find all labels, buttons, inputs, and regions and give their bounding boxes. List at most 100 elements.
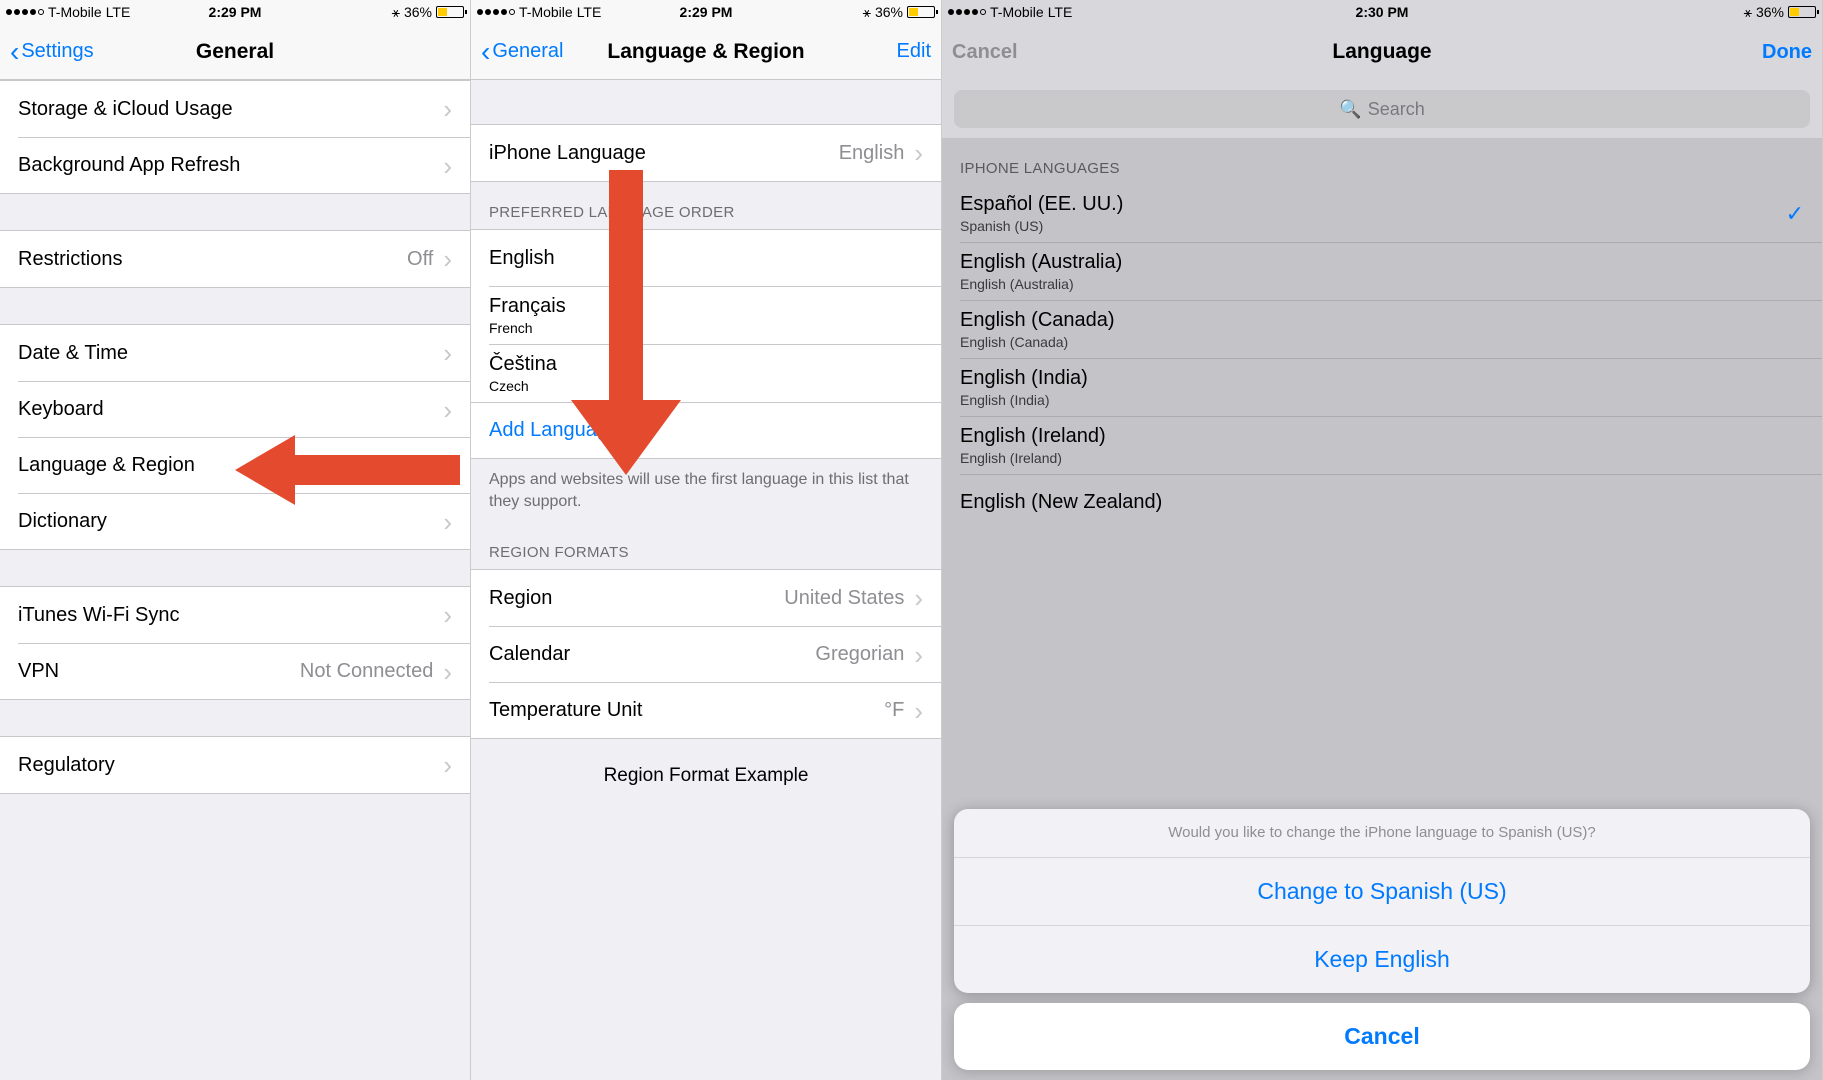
list-item[interactable]: English (Australia) English (Australia) [960,242,1822,300]
language-sub: English (Australia) [960,276,1122,292]
row-value: °F [884,699,910,722]
chevron-left-icon: ‹ [10,38,19,66]
checkmark-icon: ✓ [1786,201,1804,227]
row-label: Background App Refresh [18,154,240,177]
settings-list[interactable]: Storage & iCloud Usage › Background App … [0,80,470,1080]
row-vpn[interactable]: VPN Not Connected › [18,643,470,699]
clock-label: 2:30 PM [1356,4,1409,20]
battery-icon [907,6,935,18]
row-label: Français [489,295,566,318]
battery-icon [1788,6,1816,18]
row-lang-czech[interactable]: Čeština Czech [489,344,941,402]
search-icon: 🔍 [1339,99,1361,120]
chevron-left-icon: ‹ [481,38,490,66]
disclosure-icon: › [914,585,923,611]
row-label: Restrictions [18,248,122,271]
disclosure-icon: › [443,602,452,628]
list-item[interactable]: English (India) English (India) [960,358,1822,416]
language-name: Español (EE. UU.) [960,193,1123,216]
section-header-preferred: PREFERRED LANGUAGE ORDER [471,182,941,229]
row-region[interactable]: Region United States › [471,570,941,626]
disclosure-icon: › [443,246,452,272]
row-regulatory[interactable]: Regulatory › [0,737,470,793]
done-button[interactable]: Done [1762,41,1812,64]
row-label: VPN [18,660,59,683]
language-name: English (Australia) [960,251,1122,274]
settings-list[interactable]: iPhone Language English › PREFERRED LANG… [471,80,941,1080]
disclosure-icon: › [443,752,452,778]
status-bar: T-Mobile LTE 2:30 PM ⚹ 36% [942,0,1822,24]
language-sub: English (Canada) [960,334,1115,350]
row-label: Calendar [489,643,570,666]
screen-language-picker: T-Mobile LTE 2:30 PM ⚹ 36% Cancel Langua… [942,0,1823,1080]
row-label: Date & Time [18,342,128,365]
keep-english-button[interactable]: Keep English [954,925,1810,993]
nav-bar: Cancel Language Done [942,24,1822,80]
row-value: English [839,142,911,165]
language-sub: English (Ireland) [960,450,1106,466]
status-bar: T-Mobile LTE 2:29 PM ⚹ 36% [471,0,941,24]
language-name: English (Canada) [960,309,1115,332]
row-value: Gregorian [815,643,910,666]
row-calendar[interactable]: Calendar Gregorian › [489,626,941,682]
language-sub: English (India) [960,392,1088,408]
row-label: English [489,247,555,270]
row-itunes-wifi-sync[interactable]: iTunes Wi-Fi Sync › [0,587,470,643]
row-label: Dictionary [18,510,107,533]
language-name: English (India) [960,367,1088,390]
row-sublabel: French [489,320,566,336]
section-footer-preferred: Apps and websites will use the first lan… [471,459,941,522]
battery-icon [436,6,464,18]
row-temperature[interactable]: Temperature Unit °F › [489,682,941,738]
row-background-refresh[interactable]: Background App Refresh › [18,137,470,193]
disclosure-icon: › [443,397,452,423]
search-container: 🔍 Search [942,80,1822,138]
row-label: Region [489,587,552,610]
row-value: Off [407,248,439,271]
disclosure-icon: › [914,698,923,724]
back-label: Settings [21,40,93,63]
row-label: Čeština [489,353,557,376]
disclosure-icon: › [443,659,452,685]
search-input[interactable]: 🔍 Search [954,90,1810,128]
disclosure-icon: › [443,340,452,366]
back-button[interactable]: ‹ Settings [10,38,94,66]
row-label: iTunes Wi-Fi Sync [18,604,180,627]
disclosure-icon: › [914,642,923,668]
region-format-example-label: Region Format Example [471,739,941,799]
list-item[interactable]: English (Canada) English (Canada) [960,300,1822,358]
row-label: Temperature Unit [489,699,642,722]
language-sub: Spanish (US) [960,218,1123,234]
action-sheet: Would you like to change the iPhone lang… [954,809,1810,1070]
row-storage[interactable]: Storage & iCloud Usage › [0,81,470,137]
add-language-button[interactable]: Add Language… [471,402,941,458]
language-name: English (New Zealand) [960,491,1162,514]
list-item[interactable]: English (New Zealand) [960,474,1822,530]
action-sheet-cancel-button[interactable]: Cancel [954,1003,1810,1070]
back-label: General [492,40,563,63]
back-button[interactable]: ‹ General [481,38,563,66]
row-sublabel: Czech [489,378,557,394]
section-header-languages: IPHONE LANGUAGES [942,138,1822,185]
list-item[interactable]: English (Ireland) English (Ireland) [960,416,1822,474]
row-lang-english[interactable]: English [471,230,941,286]
row-label: Storage & iCloud Usage [18,98,233,121]
row-restrictions[interactable]: Restrictions Off › [0,231,470,287]
cancel-button[interactable]: Cancel [952,41,1018,64]
row-iphone-language[interactable]: iPhone Language English › [471,125,941,181]
annotation-arrow-left-icon [235,425,465,515]
row-label: iPhone Language [489,142,646,165]
row-date-time[interactable]: Date & Time › [0,325,470,381]
list-item[interactable]: Español (EE. UU.) Spanish (US) ✓ [942,185,1822,242]
clock-label: 2:29 PM [680,4,733,20]
screen-general: T-Mobile LTE 2:29 PM ⚹ 36% ‹ Settings Ge… [0,0,471,1080]
row-value: United States [784,587,910,610]
page-title: Language [942,40,1822,64]
edit-button[interactable]: Edit [897,40,931,63]
nav-bar: ‹ General Language & Region Edit [471,24,941,80]
row-label: Language & Region [18,454,195,477]
disclosure-icon: › [443,96,452,122]
row-lang-french[interactable]: Français French [489,286,941,344]
status-bar: T-Mobile LTE 2:29 PM ⚹ 36% [0,0,470,24]
change-language-button[interactable]: Change to Spanish (US) [954,857,1810,925]
